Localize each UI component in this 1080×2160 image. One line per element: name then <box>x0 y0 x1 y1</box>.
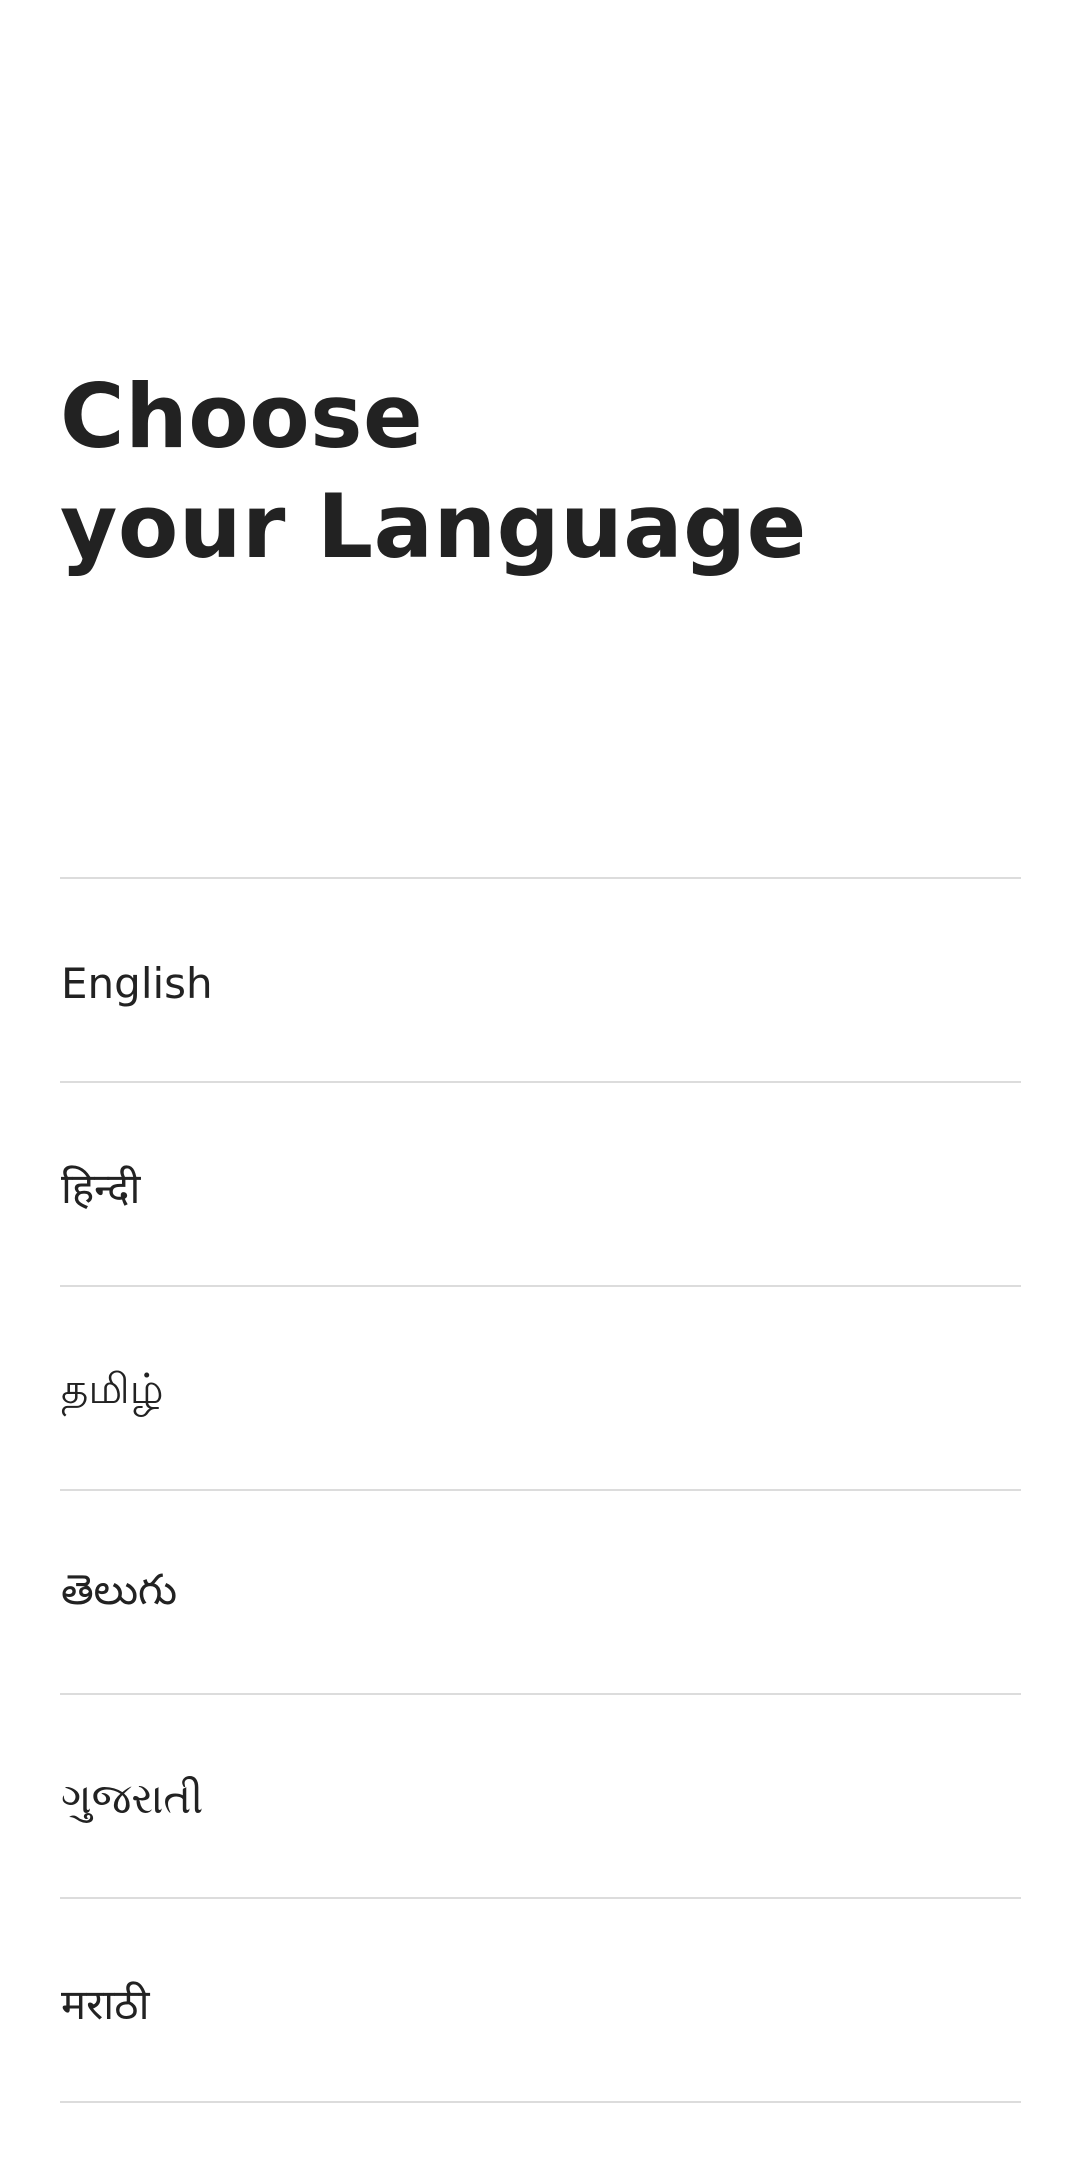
language-label: தமிழ் <box>61 1363 164 1413</box>
language-option-english[interactable]: English <box>60 879 1021 1083</box>
language-option-gujarati[interactable]: ગુજરાતી <box>60 1695 1021 1899</box>
language-label: मराठी <box>61 1979 150 2029</box>
page-title-line-2: your Language <box>60 475 807 578</box>
language-label: English <box>61 958 213 1008</box>
language-label: हिन्दी <box>61 1163 141 1213</box>
page-title: Choose your Language <box>60 362 807 582</box>
language-option-telugu[interactable]: తెలుగు <box>60 1491 1021 1695</box>
language-label: తెలుగు <box>61 1565 178 1614</box>
language-option-tamil[interactable]: தமிழ் <box>60 1287 1021 1491</box>
page-title-line-1: Choose <box>60 365 424 468</box>
language-list: English हिन्दी தமிழ் తెలుగు ગુજરાતી मराठ… <box>60 877 1021 2103</box>
language-option-hindi[interactable]: हिन्दी <box>60 1083 1021 1287</box>
language-option-marathi[interactable]: मराठी <box>60 1899 1021 2103</box>
language-label: ગુજરાતી <box>61 1774 204 1823</box>
